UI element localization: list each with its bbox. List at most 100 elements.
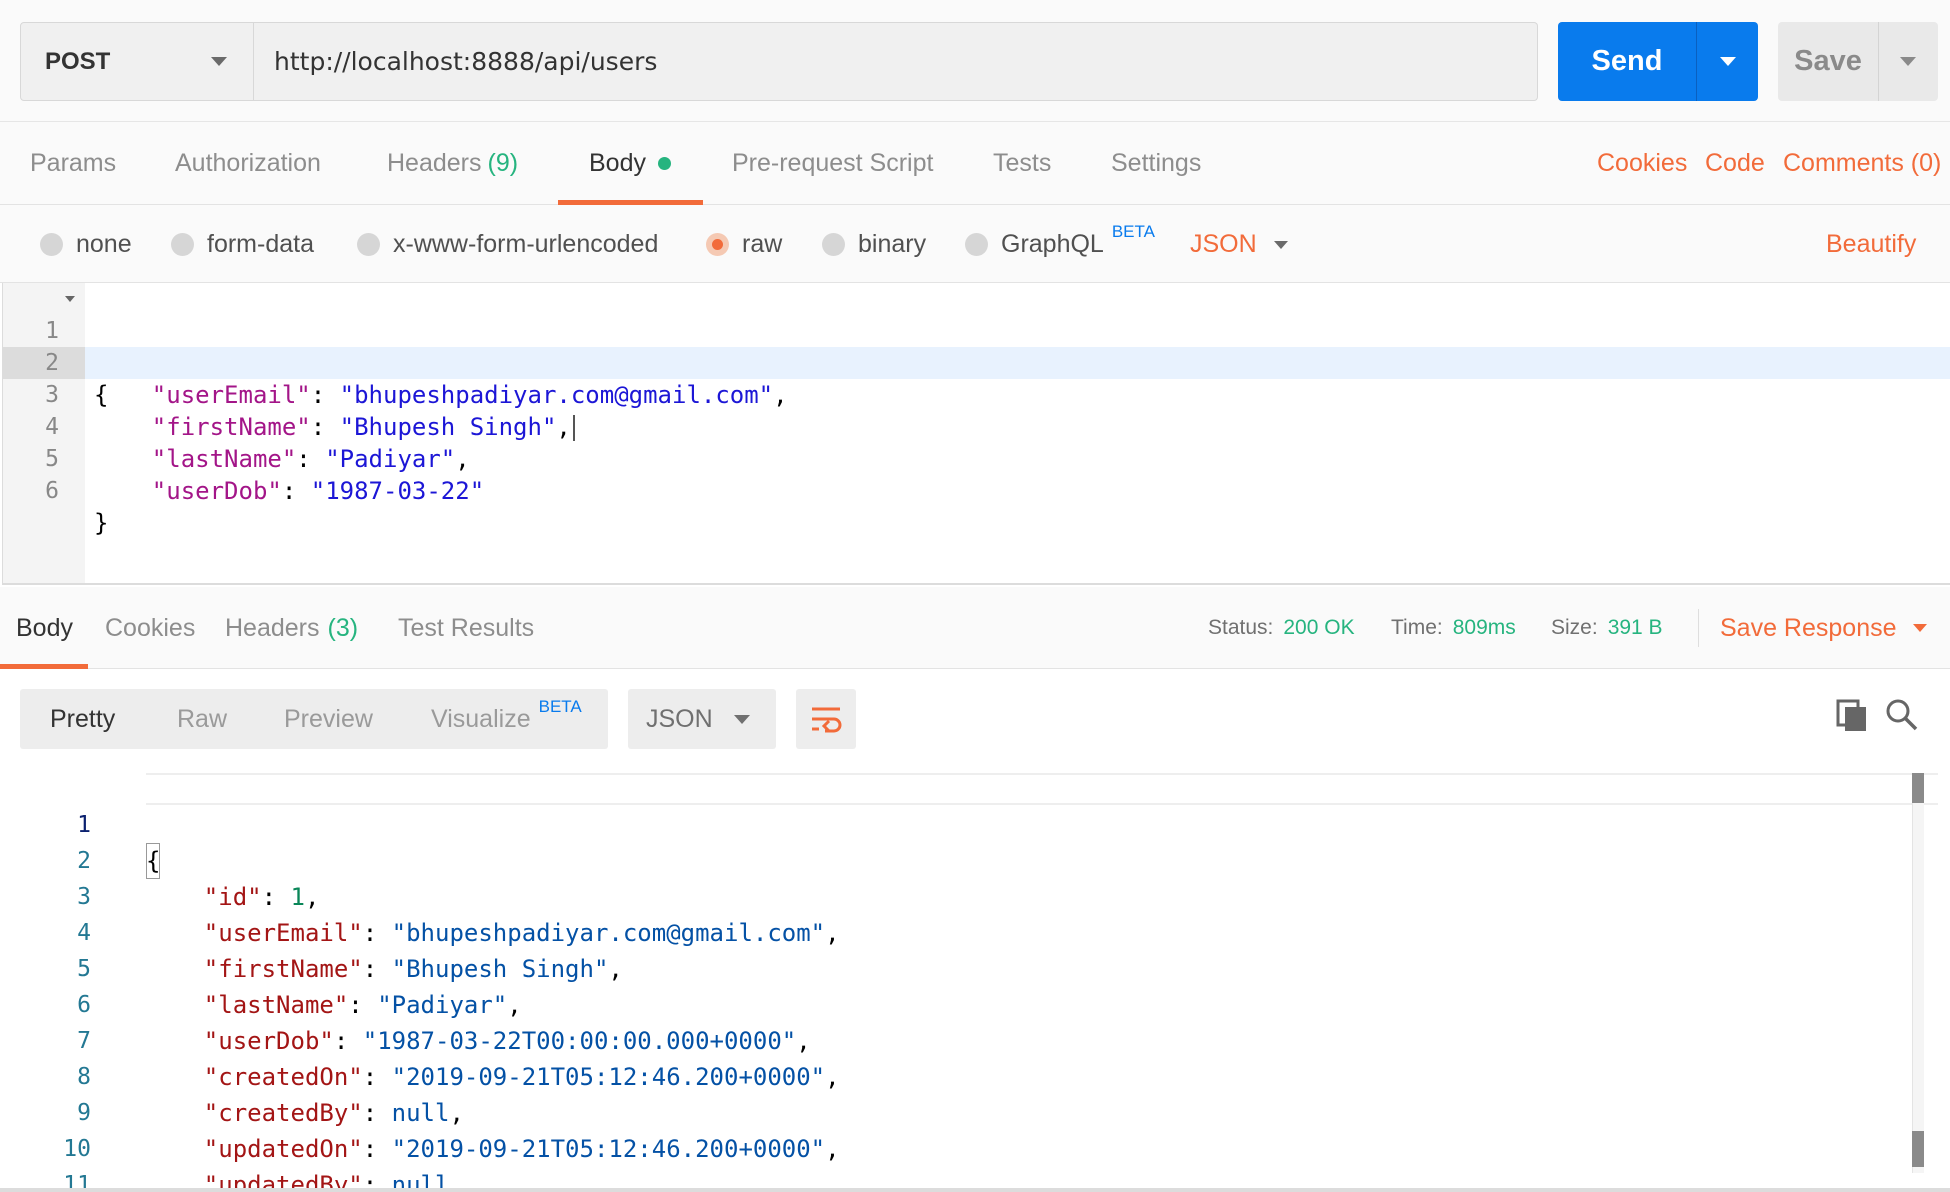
response-tab-headers[interactable]: Headers (3) <box>225 587 358 669</box>
line-number: 6 <box>45 478 59 504</box>
save-options-chevron-icon[interactable] <box>1900 57 1916 66</box>
radio-raw[interactable]: raw <box>706 205 782 283</box>
radio-graphql[interactable]: GraphQL BETA <box>965 205 1155 283</box>
code-line: 6 } <box>3 443 1943 537</box>
body-format-select[interactable]: JSON <box>1190 205 1288 283</box>
send-label: Send <box>1591 45 1663 77</box>
comments-link[interactable]: Comments (0) <box>1783 122 1941 205</box>
response-line: 3 "userEmail": "bhupeshpadiyar.com@gmail… <box>0 843 1900 947</box>
json-value: "1987-03-22" <box>310 477 485 505</box>
tab-tests[interactable]: Tests <box>993 122 1051 205</box>
code-link-label: Code <box>1705 149 1765 177</box>
view-visualize-label: Visualize <box>431 704 531 733</box>
request-bar: POST http://localhost:8888/api/users Sen… <box>0 0 1950 122</box>
send-divider <box>1696 22 1697 101</box>
status-value[interactable]: 200 OK <box>1283 616 1354 640</box>
view-raw-label: Raw <box>177 704 228 733</box>
response-tab-body[interactable]: Body <box>16 587 73 669</box>
body-format-label: JSON <box>1190 229 1257 258</box>
view-pretty-button[interactable]: Pretty <box>50 689 115 749</box>
size-label: Size: <box>1551 616 1598 639</box>
scrollbar-marker-top <box>1912 773 1924 803</box>
view-raw-button[interactable]: Raw <box>177 689 227 749</box>
fold-arrow-icon[interactable] <box>65 296 75 302</box>
visualize-beta-badge: BETA <box>538 697 582 716</box>
cookies-link[interactable]: Cookies <box>1597 122 1687 205</box>
size-readout: Size: 391 B <box>1551 587 1663 669</box>
beautify-button[interactable]: Beautify <box>1826 205 1916 283</box>
request-body-editor[interactable]: 1 { 2 "userEmail": "bhupeshpadiyar.com@g… <box>2 283 1950 585</box>
tab-headers[interactable]: Headers (9) <box>387 122 518 205</box>
tab-params[interactable]: Params <box>30 122 116 205</box>
response-format-select[interactable]: JSON <box>628 689 776 749</box>
save-response-label: Save Response <box>1720 613 1897 642</box>
code-line: 1 { <box>3 283 1943 409</box>
response-tab-headers-count: (3) <box>327 613 359 642</box>
response-tab-test-results[interactable]: Test Results <box>398 587 534 669</box>
response-line: 10 "updatedBy": null <box>0 1095 1900 1192</box>
response-view-mode-group: Pretty Raw Preview Visualize BETA <box>20 689 608 749</box>
radio-binary[interactable]: binary <box>822 205 926 283</box>
view-preview-label: Preview <box>284 704 373 733</box>
url-text: http://localhost:8888/api/users <box>274 47 658 76</box>
response-line: 11 } <box>0 1131 1900 1192</box>
size-value[interactable]: 391 B <box>1608 616 1663 640</box>
radio-raw-circle <box>706 232 729 256</box>
method-select[interactable]: POST <box>20 22 254 101</box>
status-divider <box>1698 609 1699 647</box>
search-icon[interactable] <box>1884 697 1920 733</box>
response-line: 8 "createdBy": null, <box>0 1023 1900 1127</box>
radio-urlencoded-circle <box>357 232 380 256</box>
response-line: 6 "userDob": "1987-03-22T00:00:00.000+00… <box>0 951 1900 1055</box>
tab-settings[interactable]: Settings <box>1111 122 1201 205</box>
radio-urlencoded[interactable]: x-www-form-urlencoded <box>357 205 658 283</box>
time-value[interactable]: 809ms <box>1453 616 1516 640</box>
send-options-chevron-icon[interactable] <box>1720 57 1736 66</box>
radio-form-data[interactable]: form-data <box>171 205 314 283</box>
response-tab-test-results-label: Test Results <box>398 613 535 642</box>
body-type-selector: none form-data x-www-form-urlencoded raw… <box>0 205 1950 283</box>
comments-link-label: Comments (0) <box>1783 149 1942 177</box>
response-toolbar: Pretty Raw Preview Visualize BETA JSON <box>0 669 1950 767</box>
wrap-lines-button[interactable] <box>796 689 856 749</box>
radio-graphql-label: GraphQL <box>1001 229 1104 258</box>
response-format-label: JSON <box>646 704 713 733</box>
response-body-viewer[interactable]: 1 { 2 "id": 1, 3 "userEmail": "bhupeshpa… <box>0 767 1950 1192</box>
response-tab-cookies[interactable]: Cookies <box>105 587 195 669</box>
tab-pre-request-label: Pre-request Script <box>732 149 934 177</box>
response-tabs: Body Cookies Headers (3) Test Results St… <box>0 587 1950 669</box>
response-line: 1 { <box>0 771 1900 879</box>
save-response-button[interactable]: Save Response <box>1720 587 1927 669</box>
body-indicator-dot <box>657 157 671 170</box>
save-divider <box>1878 22 1879 101</box>
tab-pre-request-script[interactable]: Pre-request Script <box>732 122 933 205</box>
url-input[interactable]: http://localhost:8888/api/users <box>254 22 1538 101</box>
radio-none[interactable]: none <box>40 205 132 283</box>
tab-body[interactable]: Body <box>589 122 671 205</box>
chevron-down-icon <box>211 57 227 66</box>
view-preview-button[interactable]: Preview <box>284 689 373 749</box>
scrollbar-marker-bottom <box>1912 1131 1924 1167</box>
response-scrollbar-track[interactable] <box>1912 773 1924 1173</box>
tab-authorization[interactable]: Authorization <box>175 122 321 205</box>
copy-icon[interactable] <box>1834 697 1870 733</box>
request-tabs: Params Authorization Headers (9) Body Pr… <box>0 122 1950 205</box>
status-label: Status: <box>1208 616 1274 639</box>
response-tab-headers-label: Headers <box>225 613 320 642</box>
response-tab-body-label: Body <box>16 613 73 642</box>
radio-form-data-label: form-data <box>207 229 314 258</box>
code-line: 4 "lastName": "Padiyar", <box>3 379 1943 473</box>
chevron-down-icon <box>1913 624 1927 632</box>
code-link[interactable]: Code <box>1705 122 1765 205</box>
method-label: POST <box>45 47 111 75</box>
response-line: 4 "firstName": "Bhupesh Singh", <box>0 879 1900 983</box>
json-key: "userDob" <box>151 477 282 505</box>
send-button[interactable]: Send <box>1558 22 1758 101</box>
chevron-down-icon <box>1274 241 1288 249</box>
code-line: 5 "userDob": "1987-03-22" <box>3 411 1943 505</box>
response-line: 5 "lastName": "Padiyar", <box>0 915 1900 1019</box>
radio-graphql-circle <box>965 232 988 256</box>
save-button[interactable]: Save <box>1778 22 1938 101</box>
radio-binary-circle <box>822 232 845 256</box>
view-visualize-button[interactable]: Visualize BETA <box>431 689 582 749</box>
